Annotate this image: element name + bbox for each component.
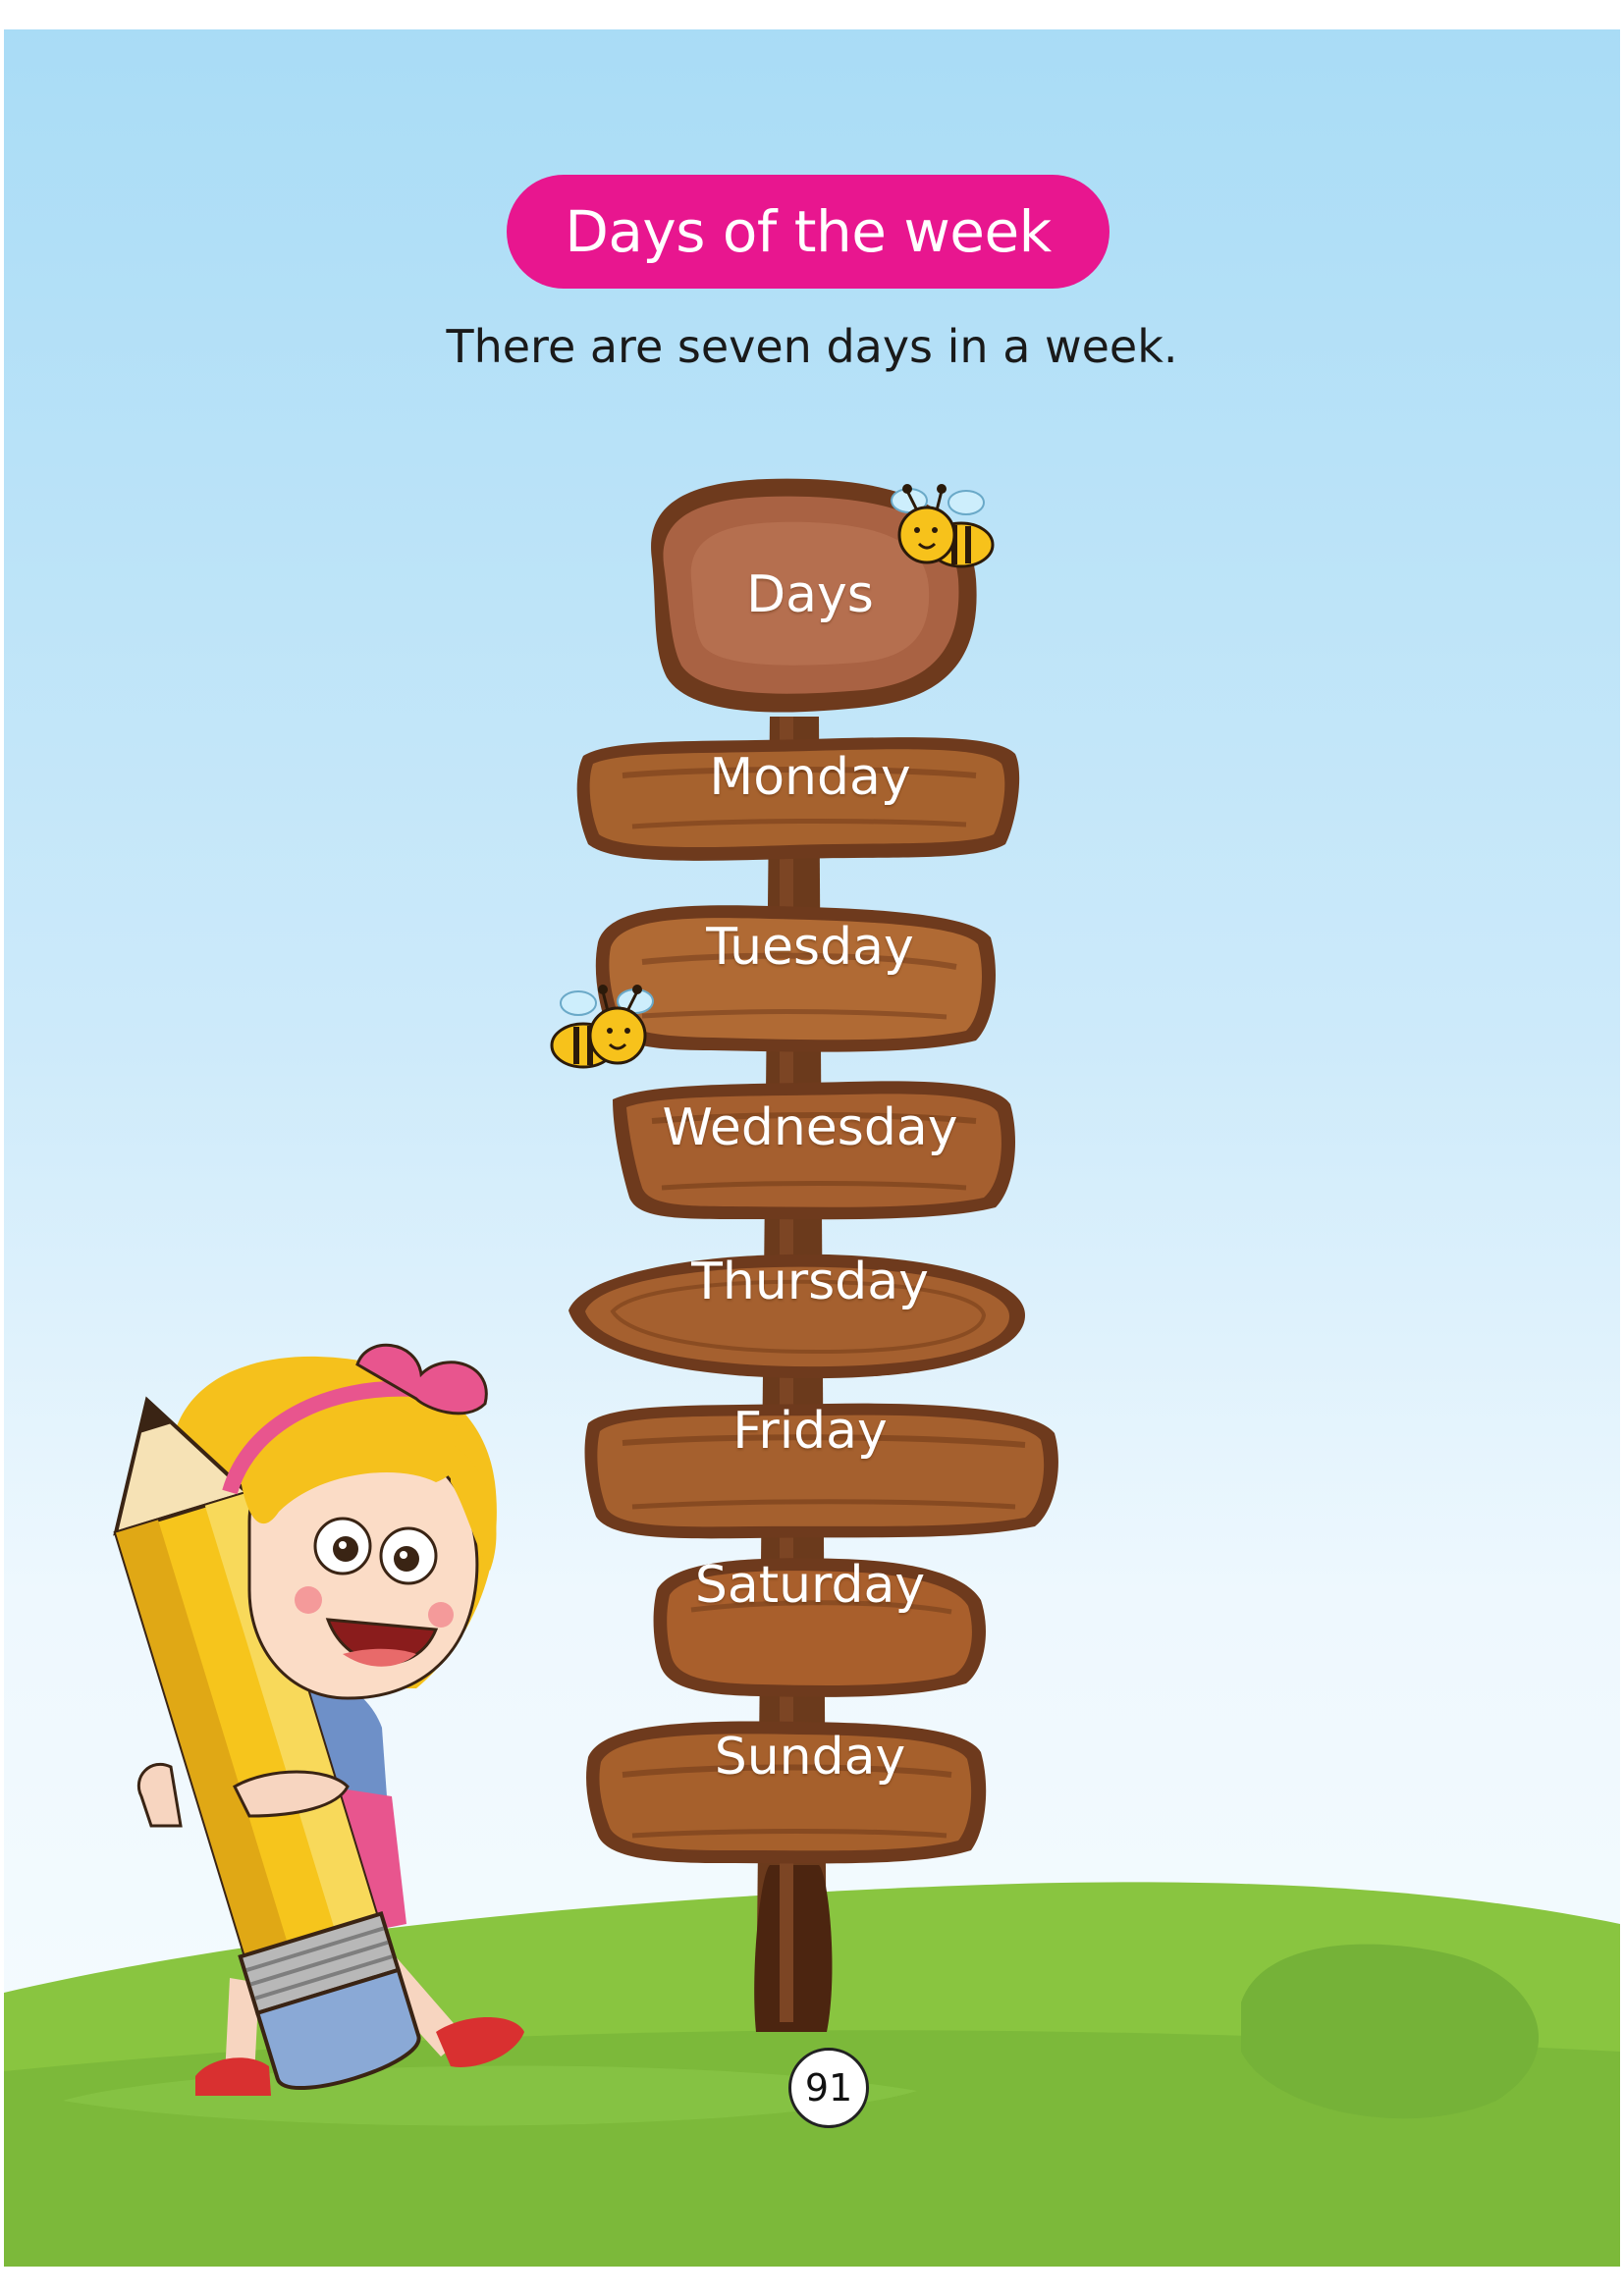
sign-label-top: Days <box>746 565 874 624</box>
subtitle: There are seven days in a week. <box>446 320 1178 373</box>
page-number: 91 <box>788 2048 869 2128</box>
sign-label-day: Sunday <box>714 1728 906 1787</box>
page: Days of the week There are seven days in… <box>4 29 1620 2267</box>
sign-label-day: Tuesday <box>706 918 914 977</box>
sign-label-day: Wednesday <box>662 1098 958 1157</box>
sign-label-day: Monday <box>709 748 911 807</box>
title-pill: Days of the week <box>507 175 1110 289</box>
page-title: Days of the week <box>565 198 1052 265</box>
sign-label-day: Friday <box>732 1402 888 1461</box>
bee-icon <box>891 484 995 568</box>
sign-label-day: Thursday <box>691 1253 929 1311</box>
sign-label-day: Saturday <box>694 1556 926 1615</box>
